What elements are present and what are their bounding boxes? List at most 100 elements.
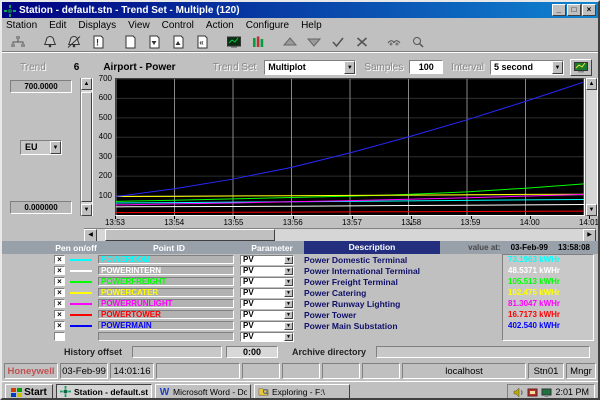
point-id-field[interactable]: POWERMAIN [98,321,234,330]
menu-displays[interactable]: Displays [78,20,116,31]
history-offset-field[interactable] [132,346,222,358]
parameter-select[interactable]: PV ▼ [240,266,294,276]
scroll-down-icon[interactable]: ▼ [586,204,597,216]
group-display-icon[interactable] [246,33,270,50]
chevron-down-icon[interactable]: ▼ [284,256,293,264]
chevron-down-icon[interactable]: ▼ [284,267,293,275]
start-button[interactable]: Start [5,384,53,400]
pen-checkbox[interactable] [54,332,65,341]
page-icon[interactable] [118,33,142,50]
menu-view[interactable]: View [128,20,150,31]
page-recall-icon[interactable]: « [190,33,214,50]
task-explorer[interactable]: Exploring - F:\ [254,384,350,400]
menu-control[interactable]: Control [162,20,194,31]
samples-field[interactable]: 100 [409,60,443,74]
history-offset-value[interactable]: 0:00 [226,346,278,358]
maximize-button[interactable]: □ [567,4,581,16]
chevron-down-icon[interactable]: ▼ [344,61,355,74]
station-tray-icon[interactable] [527,387,538,398]
point-description: Power Freight Terminal [304,277,504,287]
pen-checkbox[interactable]: × [54,310,65,319]
point-id-field[interactable]: POWERTOWER [98,310,234,319]
cancel-icon[interactable] [350,33,374,50]
parameter-select[interactable]: PV▼ [240,299,294,309]
history-offset-label: History offset [64,347,122,357]
eu-select[interactable]: EU ▼ [20,140,62,155]
vertical-scrollbar-right[interactable]: ▲ ▼ [585,78,598,216]
display-tray-icon[interactable] [541,387,552,398]
interval-select[interactable]: 5 second ▼ [490,60,564,75]
page-down-icon[interactable] [142,33,166,50]
horizontal-scrollbar[interactable]: ◀ ▶ [84,228,596,241]
operate-icon[interactable] [382,33,406,50]
alarm-bell-icon[interactable] [38,33,62,50]
point-id-field[interactable] [98,332,234,341]
lower-icon[interactable] [302,33,326,50]
scroll-track[interactable] [81,90,92,204]
menu-action[interactable]: Action [206,20,234,31]
parameter-select[interactable]: PV▼ [240,277,294,287]
pen-checkbox[interactable]: × [54,299,65,308]
page-up-icon[interactable] [166,33,190,50]
parameter-value: PV [243,266,254,275]
alarm-silence-icon[interactable] [62,33,86,50]
y-min-field[interactable]: 0.000000 [10,201,72,214]
parameter-select[interactable]: PV▼ [240,288,294,298]
network-icon[interactable] [6,33,30,50]
chevron-down-icon[interactable]: ▼ [50,141,61,154]
point-id-field[interactable]: POWERFREIGHT [98,277,234,286]
scroll-track[interactable] [97,229,583,241]
pen-checkbox[interactable]: × [54,288,65,297]
raise-icon[interactable] [278,33,302,50]
menu-station[interactable]: Station [6,20,37,31]
menu-edit[interactable]: Edit [49,20,66,31]
pen-checkbox[interactable]: × [54,266,65,275]
chevron-down-icon[interactable]: ▼ [284,333,293,341]
trend-plot[interactable] [115,78,585,216]
chevron-down-icon[interactable]: ▼ [284,322,293,330]
menu-configure[interactable]: Configure [246,20,289,31]
trend-cursor-marker[interactable]: ▴ [410,220,413,227]
parameter-select[interactable]: PV▼ [240,332,294,342]
pen-checkbox[interactable]: × [54,277,65,286]
archive-directory-field[interactable] [376,346,590,358]
task-word[interactable]: WMicrosoft Word - Document5 [155,384,251,400]
minimize-button[interactable]: _ [552,4,566,16]
trend-display-button[interactable] [570,59,592,76]
parameter-select[interactable]: PV▼ [240,255,294,265]
accept-icon[interactable] [326,33,350,50]
point-id-field[interactable]: POWERRUNLIGHT [98,299,234,308]
pen-checkbox[interactable]: × [54,255,65,264]
menu-help[interactable]: Help [301,20,322,31]
trend-set-select[interactable]: Multiplot ▼ [264,60,356,75]
chevron-down-icon[interactable]: ▼ [552,61,563,74]
scroll-up-icon[interactable]: ▲ [81,78,92,90]
point-id-field[interactable]: POWERDOM [98,255,234,264]
chevron-down-icon[interactable]: ▼ [284,289,293,297]
y-max-field[interactable]: 700.0000 [10,80,72,93]
scroll-thumb[interactable] [81,92,92,202]
status-time: 14:01:16 [110,363,154,379]
speaker-icon[interactable] [513,387,524,398]
pen-checkbox[interactable]: × [54,321,65,330]
scroll-track[interactable] [586,90,597,204]
scroll-thumb[interactable] [105,229,275,241]
y-tick-label: 200 [99,171,112,180]
toolbar-separator [30,33,38,50]
parameter-select[interactable]: PV▼ [240,321,294,331]
point-id-field[interactable]: POWERINTERN [98,266,234,275]
vertical-scrollbar-left[interactable]: ▲ ▼ [80,78,93,216]
detail-display-icon[interactable] [222,33,246,50]
chevron-down-icon[interactable]: ▼ [284,278,293,286]
point-id-field[interactable]: POWERCATER [98,288,234,297]
zoom-icon[interactable] [406,33,430,50]
table-row: ×POWERINTERNPV▼Power International Termi… [2,265,598,276]
scroll-up-icon[interactable]: ▲ [586,78,597,90]
chevron-down-icon[interactable]: ▼ [284,300,293,308]
parameter-select[interactable]: PV▼ [240,310,294,320]
message-page-icon[interactable]: ! [86,33,110,50]
chevron-down-icon[interactable]: ▼ [284,311,293,319]
scroll-down-icon[interactable]: ▼ [81,204,92,216]
task-station[interactable]: Station - default.stn -... [56,384,152,400]
close-button[interactable]: × [582,4,596,16]
